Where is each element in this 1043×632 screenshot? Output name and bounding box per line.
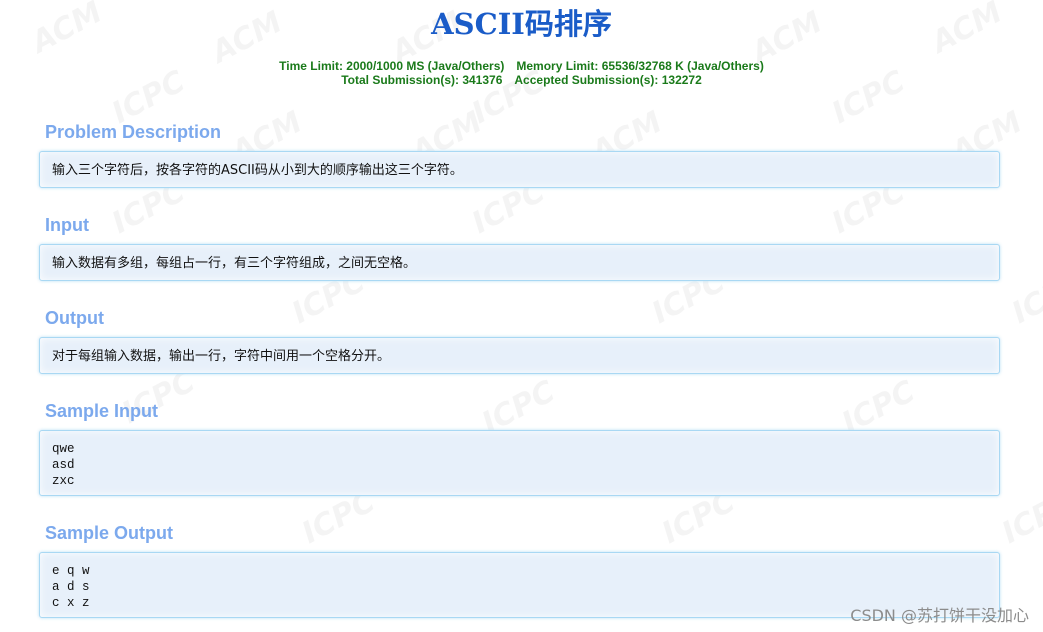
problem-limits: Time Limit: 2000/1000 MS (Java/Others) Me… (0, 59, 1043, 87)
problem-title: ASCII码排序 (431, 7, 612, 41)
sample-output-code: e q w a d s c x z (52, 564, 90, 610)
limits-row-2: Total Submission(s): 341376 Accepted Subm… (0, 73, 1043, 87)
sample-input-panel: qwe asd zxc (39, 430, 1000, 496)
total-submissions: Total Submission(s): 341376 (341, 73, 503, 87)
output-text: 对于每组输入数据，输出一行，字符中间用一个空格分开。 (52, 349, 391, 364)
accepted-submissions: Accepted Submission(s): 132272 (514, 73, 702, 87)
input-text: 输入数据有多组，每组占一行，有三个字符组成，之间无空格。 (52, 256, 417, 271)
sample-input-code: qwe asd zxc (52, 442, 75, 488)
csdn-credit-watermark: CSDN @苏打饼干没加心 (850, 606, 1029, 625)
watermark-word: ICPC (996, 484, 1043, 551)
sample-output-heading: Sample Output (45, 523, 174, 543)
description-panel: 输入三个字符后，按各字符的ASCII码从小到大的顺序输出这三个字符。 (39, 151, 1000, 188)
memory-limit: Memory Limit: 65536/32768 K (Java/Others… (516, 59, 764, 73)
input-heading: Input (45, 215, 89, 235)
description-text: 输入三个字符后，按各字符的ASCII码从小到大的顺序输出这三个字符。 (52, 163, 463, 178)
output-heading: Output (45, 308, 104, 328)
limits-row-1: Time Limit: 2000/1000 MS (Java/Others) Me… (0, 59, 1043, 73)
output-panel: 对于每组输入数据，输出一行，字符中间用一个空格分开。 (39, 337, 1000, 374)
sample-input-heading: Sample Input (45, 401, 159, 421)
watermark-word: ICPC (1006, 264, 1043, 331)
time-limit: Time Limit: 2000/1000 MS (Java/Others) (279, 59, 505, 73)
description-heading: Problem Description (45, 122, 222, 142)
input-panel: 输入数据有多组，每组占一行，有三个字符组成，之间无空格。 (39, 244, 1000, 281)
